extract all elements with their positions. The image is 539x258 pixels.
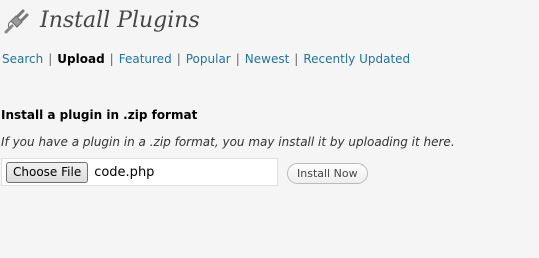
subnav-separator: | xyxy=(235,52,240,66)
subnav-popular[interactable]: Popular xyxy=(186,52,231,66)
subnav-newest[interactable]: Newest xyxy=(245,52,290,66)
choose-file-button[interactable]: Choose File xyxy=(6,161,89,183)
subnav-separator: | xyxy=(176,52,181,66)
subnav-recently-updated[interactable]: Recently Updated xyxy=(303,52,410,66)
subnav-separator: | xyxy=(48,52,53,66)
upload-heading: Install a plugin in .zip format xyxy=(1,108,198,122)
subnav-separator: | xyxy=(294,52,299,66)
page-title: Install Plugins xyxy=(40,8,200,33)
subnav-featured[interactable]: Featured xyxy=(119,52,172,66)
subnav-upload: Upload xyxy=(57,52,105,66)
subnav-separator: | xyxy=(109,52,114,66)
install-now-button[interactable]: Install Now xyxy=(287,163,368,184)
upload-description: If you have a plugin in a .zip format, y… xyxy=(1,135,455,149)
plugin-subnav: Search | Upload | Featured | Popular | Newest | Re… xyxy=(2,51,410,67)
page-header: Install Plugins xyxy=(2,4,200,38)
file-upload-field[interactable]: Choose File code.php xyxy=(1,158,278,186)
selected-file-name: code.php xyxy=(94,164,155,180)
plugin-icon xyxy=(2,6,32,36)
subnav-search[interactable]: Search xyxy=(2,52,43,66)
